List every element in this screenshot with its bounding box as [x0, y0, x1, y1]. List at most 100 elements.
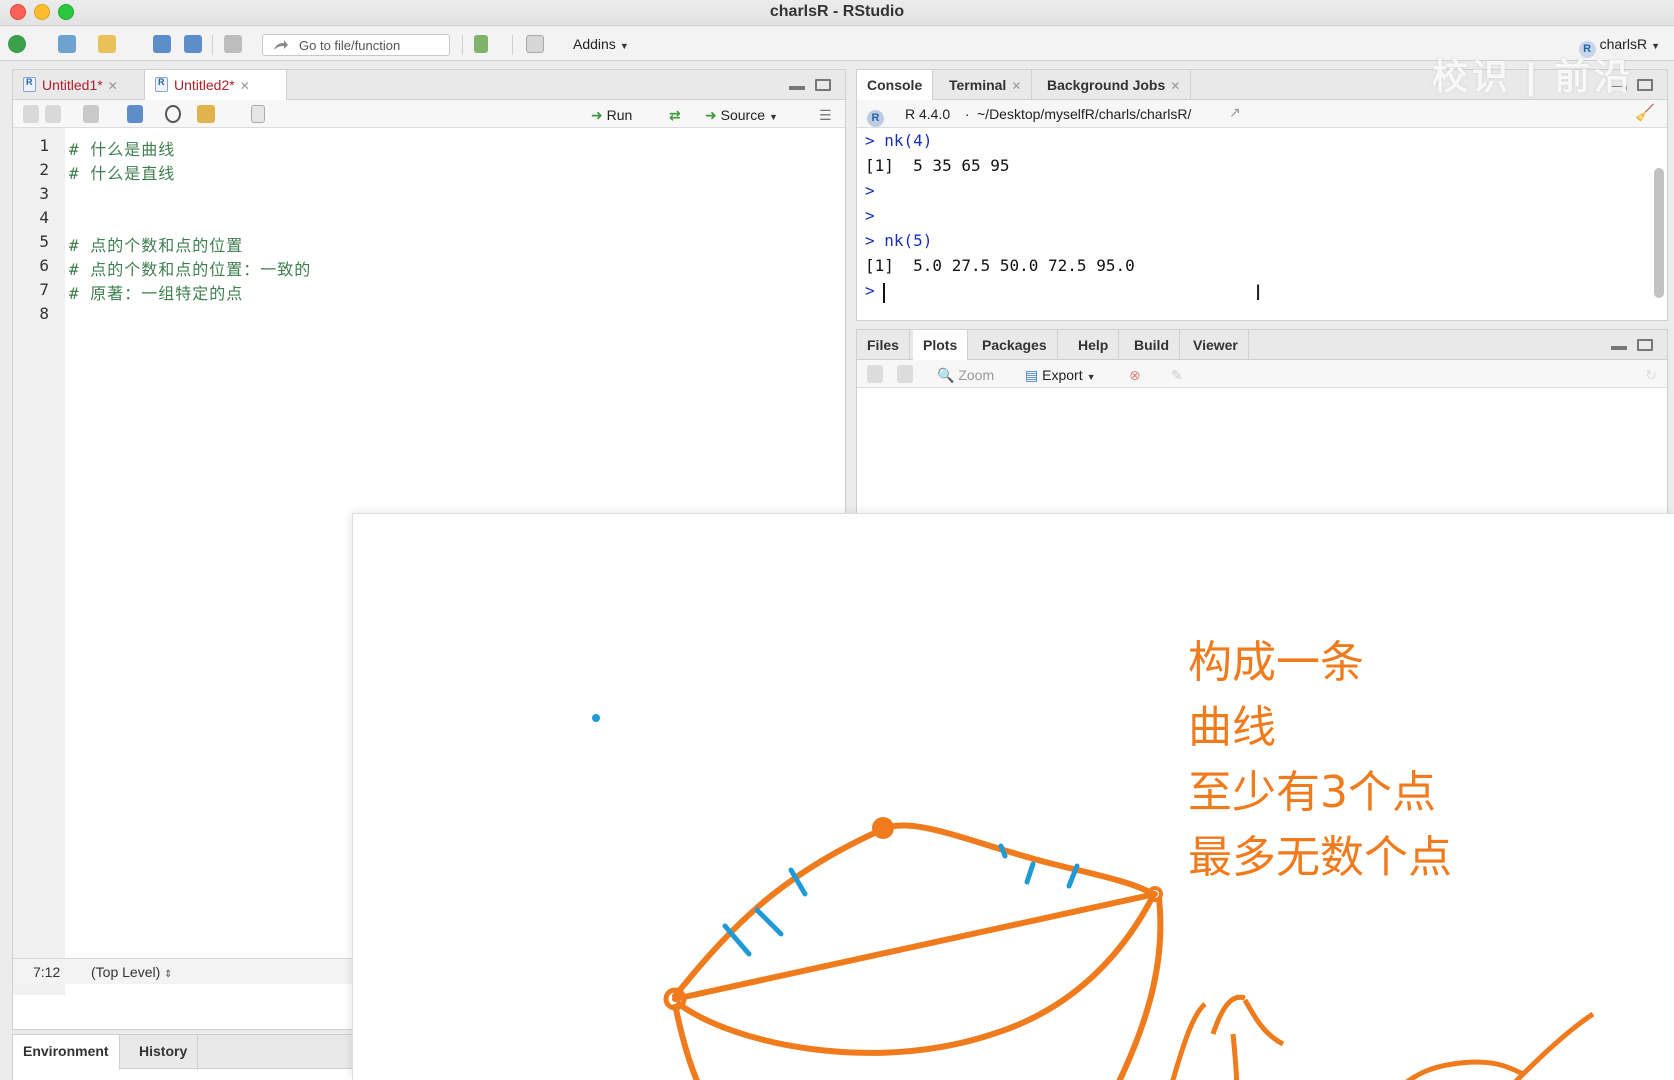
addins-label: Addins	[573, 36, 616, 52]
tab-plots[interactable]: Plots	[913, 330, 969, 361]
save-all-icon[interactable]	[184, 35, 202, 53]
clear-console-icon[interactable]: 🧹	[1635, 103, 1655, 123]
chevron-down-icon: ▼	[1086, 372, 1096, 382]
maximize-pane-icon[interactable]	[815, 79, 831, 91]
tab-history[interactable]: History	[129, 1035, 199, 1070]
note-line-2: 曲线	[1188, 702, 1276, 753]
zoom-button[interactable]: 🔍 Zoom	[937, 367, 994, 384]
remove-plot-icon[interactable]: ⊗	[1129, 367, 1141, 384]
previous-plot-icon[interactable]	[867, 365, 883, 383]
tab-files[interactable]: Files	[857, 330, 910, 360]
watermark-logo: 校识 | 前沿	[1431, 56, 1634, 97]
curve-bottom-arc	[676, 893, 1156, 1056]
open-folder-icon[interactable]	[98, 35, 116, 53]
vcs-icon[interactable]	[474, 35, 488, 53]
minimize-pane-icon[interactable]	[789, 86, 805, 90]
files-plots-pane: Files Plots Packages Help Build Viewer 🔍…	[856, 329, 1668, 529]
code-text: # 原著：一组特定的点	[69, 284, 244, 303]
tick-mark	[1024, 861, 1036, 885]
chevron-down-icon: ▼	[768, 112, 778, 122]
tab-packages[interactable]: Packages	[972, 330, 1058, 360]
save-icon[interactable]	[127, 105, 143, 123]
maximize-pane-icon[interactable]	[1637, 339, 1653, 351]
version-separator: ·	[965, 106, 970, 122]
scribble	[1230, 1033, 1240, 1080]
close-tab-icon[interactable]: ✕	[108, 79, 118, 93]
tab-terminal[interactable]: Terminal ✕	[939, 70, 1033, 100]
magic-wand-icon[interactable]	[197, 105, 215, 123]
console-line: [1] 5 35 65 95	[865, 156, 1010, 175]
tab-label: Packages	[982, 337, 1047, 353]
compile-report-icon[interactable]	[251, 105, 265, 123]
close-tab-icon[interactable]: ✕	[1011, 79, 1021, 93]
main-toolbar: Go to file/function Addins ▼ RcharlsR ▼	[0, 27, 1674, 61]
text-cursor	[883, 283, 885, 303]
close-tab-icon[interactable]: ✕	[1170, 79, 1180, 93]
scribble	[1242, 998, 1285, 1047]
plots-toolbar: 🔍 Zoom ▤ Export ▼ ⊗ ✎ ↻	[857, 360, 1667, 388]
minimize-pane-icon[interactable]	[1611, 346, 1627, 350]
maximize-pane-icon[interactable]	[1637, 79, 1653, 91]
new-file-icon[interactable]	[8, 35, 26, 53]
updown-icon: ⇕	[164, 969, 173, 980]
console-scrollbar[interactable]	[1654, 168, 1664, 298]
r-script-icon	[23, 77, 36, 92]
source-button[interactable]: ➜ Source ▼	[705, 107, 778, 124]
close-tab-icon[interactable]: ✕	[240, 79, 250, 93]
new-project-icon[interactable]	[58, 35, 76, 53]
source-label: Source	[720, 107, 765, 123]
go-to-file-input[interactable]: Go to file/function	[262, 34, 450, 56]
show-in-window-icon[interactable]	[83, 105, 99, 123]
tab-build[interactable]: Build	[1124, 330, 1180, 360]
tab-label: Help	[1078, 337, 1109, 353]
save-icon[interactable]	[153, 35, 171, 53]
chevron-down-icon: ▼	[619, 41, 629, 51]
grid-layout-icon[interactable]	[526, 35, 544, 53]
window-title: charlsR - RStudio	[769, 3, 905, 20]
go-to-file-placeholder: Go to file/function	[299, 38, 401, 53]
tab-label: Build	[1134, 337, 1169, 353]
tab-label: History	[139, 1043, 188, 1059]
search-icon[interactable]	[165, 105, 181, 123]
whiteboard-overlay[interactable]: 构成一条 曲线 至少有3个点 最多无数个点	[352, 513, 1674, 1080]
scribble	[1170, 1002, 1207, 1080]
toolbar-separator	[212, 35, 213, 55]
toolbar-separator	[462, 35, 463, 55]
go-to-directory-icon[interactable]: ↗	[1229, 104, 1241, 121]
tab-background-jobs[interactable]: Background Jobs ✕	[1037, 70, 1192, 100]
print-icon[interactable]	[224, 35, 242, 53]
working-directory[interactable]: ~/Desktop/myselfR/charls/charlsR/	[977, 106, 1191, 122]
next-plot-icon[interactable]	[897, 365, 913, 383]
clear-plots-icon[interactable]: ✎	[1171, 367, 1183, 384]
refresh-icon[interactable]: ↻	[1645, 367, 1657, 384]
export-button[interactable]: ▤ Export ▼	[1025, 367, 1096, 384]
tab-label: Console	[867, 77, 923, 93]
tab-help[interactable]: Help	[1068, 330, 1120, 360]
tab-untitled1[interactable]: Untitled1* ✕	[13, 70, 145, 100]
r-logo-icon: R	[867, 105, 888, 127]
scope-label: (Top Level)	[91, 964, 161, 980]
r-script-icon	[155, 77, 168, 92]
addins-menu[interactable]: Addins ▼	[573, 36, 629, 52]
forward-arrow-icon[interactable]	[45, 105, 61, 123]
code-text: # 点的个数和点的位置：一致的	[69, 260, 312, 279]
files-tab-bar: Files Plots Packages Help Build Viewer	[857, 330, 1667, 361]
tab-label: Files	[867, 337, 899, 353]
whiteboard-drawing	[592, 714, 1595, 1080]
line-number: 7	[39, 280, 49, 299]
tab-viewer[interactable]: Viewer	[1183, 330, 1249, 360]
console-output[interactable]: > nk(4) [1] 5 35 65 95 > > > nk(5) [1] 5…	[857, 128, 1667, 320]
scope-selector[interactable]: (Top Level) ⇕	[91, 964, 173, 980]
code-text: # 点的个数和点的位置	[69, 236, 244, 255]
console-info-bar: R R 4.4.0 · ~/Desktop/myselfR/charls/cha…	[857, 100, 1667, 128]
zoom-label: Zoom	[958, 367, 995, 383]
tab-untitled2[interactable]: Untitled2* ✕	[145, 70, 287, 101]
tab-console[interactable]: Console	[857, 70, 934, 101]
rstudio-window: charlsR - RStudio Go to file/function Ad…	[0, 0, 1674, 1080]
toolbar-separator	[512, 35, 513, 55]
back-arrow-icon[interactable]	[23, 105, 39, 123]
document-outline-icon[interactable]: ☰	[819, 107, 832, 124]
run-button[interactable]: ➜ Run	[591, 107, 632, 124]
rerun-button[interactable]: ⇄	[669, 107, 681, 124]
tab-environment[interactable]: Environment	[13, 1035, 120, 1070]
